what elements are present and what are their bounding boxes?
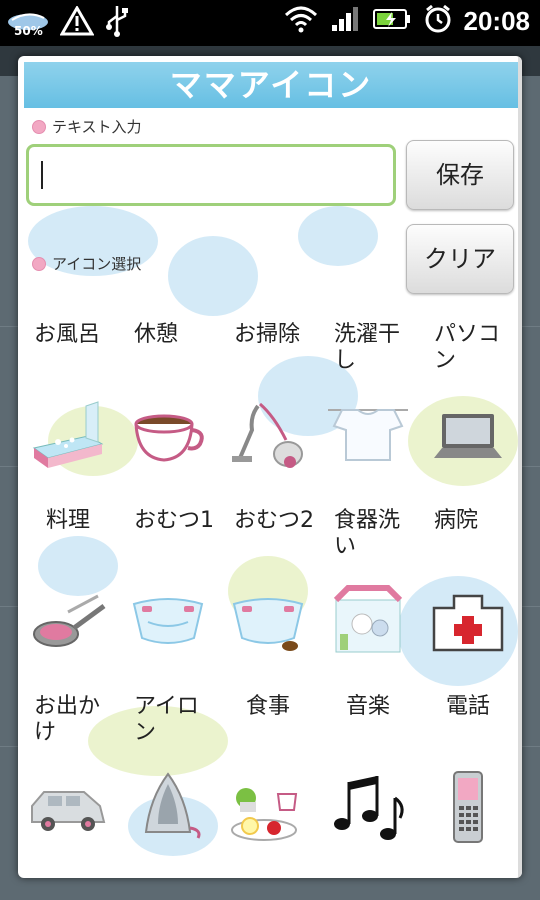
usb-icon — [104, 4, 130, 42]
icon-label: 休憩 — [134, 322, 179, 347]
battery-charging-icon — [372, 7, 412, 35]
music-notes-icon — [334, 776, 404, 840]
alarm-clock-icon — [424, 4, 452, 38]
icon-select-label-row: アイコン選択 — [32, 253, 141, 274]
icon-cell-bath[interactable]: お風呂 — [18, 318, 118, 504]
dialog-title: ママアイコン — [24, 62, 518, 108]
mobile-phone-icon — [453, 771, 483, 843]
text-input-field[interactable] — [26, 144, 396, 206]
icon-label: お風呂 — [34, 322, 101, 347]
icon-label: おむつ2 — [234, 508, 314, 533]
warning-icon — [59, 4, 95, 40]
iron-icon — [144, 772, 201, 839]
icon-label: お掃除 — [234, 322, 301, 347]
teacup-icon — [134, 414, 204, 462]
diaper-dirty-icon — [232, 598, 304, 651]
status-bar: 50% 20:08 — [0, 0, 540, 46]
icon-cell-dishes[interactable]: 食器洗い — [318, 504, 418, 690]
dialog-edge — [518, 56, 522, 878]
icon-label: 料理 — [45, 508, 90, 533]
mama-icon-dialog: ママアイコン テキスト入力 保存 クリア アイコン選択 お風呂 休憩 お掃除 洗… — [18, 56, 522, 878]
laptop-icon — [434, 414, 502, 458]
icon-cell-break[interactable]: 休憩 — [118, 318, 218, 504]
icon-label: アイロン — [134, 694, 199, 745]
save-button[interactable]: 保存 — [406, 140, 514, 210]
icon-label: お出かけ — [34, 694, 101, 745]
wifi-icon — [284, 5, 318, 37]
cloud-decoration — [168, 236, 258, 316]
laundry-shirt-icon — [328, 409, 408, 461]
icon-label: 洗濯干し — [334, 322, 401, 373]
clear-button[interactable]: クリア — [406, 224, 514, 294]
icon-label: 食事 — [245, 694, 290, 719]
icon-label: 電話 — [445, 694, 490, 719]
icon-cell-diaper1[interactable]: おむつ1 — [118, 504, 218, 690]
icon-cell-outing[interactable]: お出かけ — [18, 690, 118, 876]
icon-label: おむつ1 — [134, 508, 214, 533]
icon-cell-ironing[interactable]: アイロン — [118, 690, 218, 876]
frying-pan-icon — [33, 594, 106, 647]
icon-label: 音楽 — [345, 694, 390, 719]
pink-dot-icon — [32, 256, 46, 271]
meal-icon — [231, 788, 298, 841]
icon-cell-meal[interactable]: 食事 — [218, 690, 318, 876]
diaper-icon — [132, 598, 204, 644]
icon-label: パソコン — [434, 322, 501, 373]
icon-cell-diaper2[interactable]: おむつ2 — [218, 504, 318, 690]
signal-icon — [330, 5, 360, 37]
icon-select-label: アイコン選択 — [52, 255, 142, 273]
bathtub-icon — [32, 401, 104, 468]
icon-label: 食器洗い — [334, 508, 401, 559]
text-input-label: テキスト入力 — [52, 118, 142, 136]
icon-cell-pc[interactable]: パソコン — [418, 318, 518, 504]
icon-cell-cooking[interactable]: 料理 — [18, 504, 118, 690]
dish-washing-icon — [333, 585, 403, 653]
icon-label: 病院 — [434, 508, 479, 533]
icon-cell-cleaning[interactable]: お掃除 — [218, 318, 318, 504]
text-caret — [41, 161, 43, 189]
text-input-label-row: テキスト入力 — [32, 116, 142, 137]
vacuum-cleaner-icon — [232, 402, 303, 468]
pink-dot-icon — [32, 119, 46, 134]
battery-percent: 50% — [14, 24, 43, 38]
icon-cell-phone[interactable]: 電話 — [418, 690, 518, 876]
icon-cell-music[interactable]: 音楽 — [318, 690, 418, 876]
icon-cell-laundry[interactable]: 洗濯干し — [318, 318, 418, 504]
car-icon — [31, 791, 106, 831]
clock: 20:08 — [463, 5, 531, 36]
cloud-decoration — [298, 206, 378, 266]
hospital-icon — [432, 594, 504, 652]
icon-cell-hospital[interactable]: 病院 — [418, 504, 518, 690]
